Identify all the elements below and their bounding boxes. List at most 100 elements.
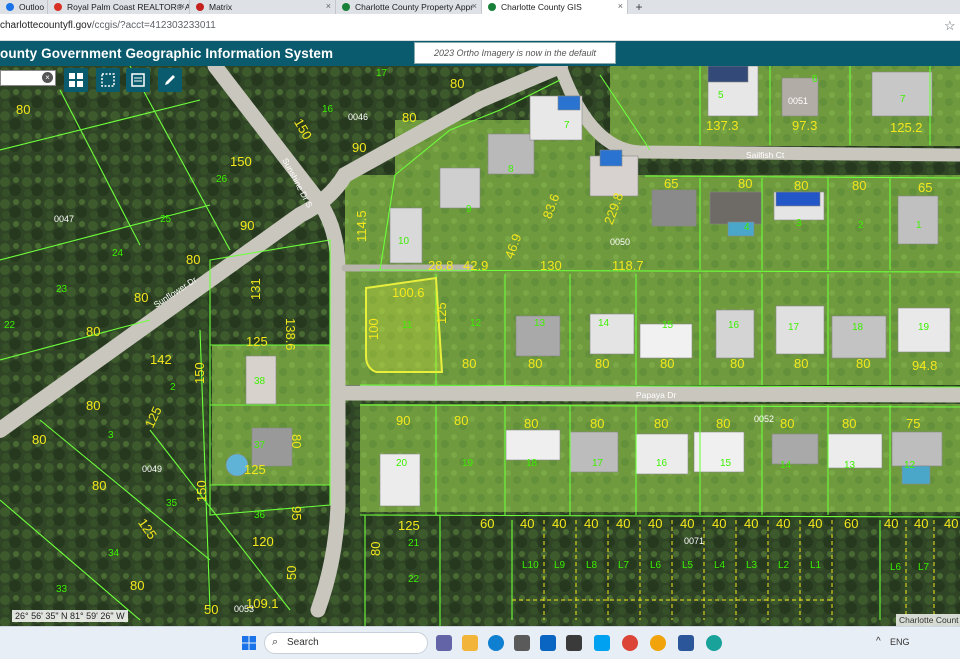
file-explorer-icon[interactable]: [462, 635, 478, 651]
tab-matrix[interactable]: Matrix ×: [190, 0, 336, 14]
draw-tool-button[interactable]: [158, 68, 182, 92]
svg-text:37: 37: [254, 440, 266, 451]
svg-text:16: 16: [656, 458, 668, 469]
chrome-profile-icon[interactable]: [650, 635, 666, 651]
app-icon[interactable]: [566, 635, 582, 651]
svg-text:80: 80: [654, 416, 668, 431]
svg-text:97.3: 97.3: [792, 118, 817, 133]
mail-icon[interactable]: [540, 635, 556, 651]
parcel-id: 0052: [754, 414, 774, 424]
tab-label: Royal Palm Coast REALTOR® As: [67, 2, 190, 12]
select-tool-button[interactable]: [96, 68, 120, 92]
svg-text:80: 80: [86, 398, 100, 413]
lot-label: L9: [554, 560, 566, 571]
parcel-id: 0053: [234, 604, 254, 614]
svg-text:80: 80: [660, 356, 674, 371]
parcel-id: 0051: [788, 96, 808, 106]
teams-icon[interactable]: [436, 635, 452, 651]
tab-label: Charlotte County Property Appr: [355, 2, 474, 12]
svg-text:17: 17: [788, 322, 800, 333]
search-icon: ⌕: [272, 636, 279, 648]
svg-text:21: 21: [408, 538, 420, 549]
svg-text:80: 80: [32, 432, 46, 447]
street-label: Sailfish Ct: [746, 150, 785, 160]
svg-text:80: 80: [16, 102, 30, 117]
tab-realtor[interactable]: Royal Palm Coast REALTOR® As ×: [48, 0, 190, 14]
map-view[interactable]: 100.6 100 125 28.8 42.9 130 118.7 80 80 80 80 80…: [0, 66, 960, 626]
tab-gis[interactable]: Charlotte County GIS ×: [482, 0, 628, 14]
windows-start-icon[interactable]: [242, 636, 256, 650]
select-rectangle-icon: [101, 73, 115, 87]
svg-text:17: 17: [376, 68, 388, 79]
word-icon[interactable]: [678, 635, 694, 651]
svg-text:5: 5: [718, 90, 724, 101]
address-bar[interactable]: charlottecountyfl.gov/ccgis/?acct=412303…: [0, 14, 960, 41]
svg-text:118.7: 118.7: [612, 258, 644, 273]
svg-text:80: 80: [794, 356, 808, 371]
svg-text:16: 16: [322, 104, 334, 115]
close-icon[interactable]: ×: [472, 1, 477, 11]
bookmark-star-icon[interactable]: ☆: [944, 18, 956, 34]
coordinate-readout: 26° 56' 35" N 81° 59' 26" W: [12, 610, 128, 622]
svg-text:90: 90: [240, 218, 254, 233]
new-tab-button[interactable]: +: [628, 0, 650, 14]
lot-label: L1: [810, 560, 822, 571]
svg-text:40: 40: [520, 516, 534, 531]
svg-text:16: 16: [728, 320, 740, 331]
svg-text:13: 13: [844, 460, 856, 471]
lot-label: L8: [586, 560, 598, 571]
svg-text:10: 10: [398, 236, 410, 247]
document-icon: [131, 73, 145, 87]
svg-text:40: 40: [584, 516, 598, 531]
svg-text:90: 90: [396, 413, 410, 428]
svg-text:80: 80: [716, 416, 730, 431]
url-path: /ccgis/?acct=412303233011: [91, 20, 216, 31]
svg-text:19: 19: [462, 458, 474, 469]
grid-tool-button[interactable]: [64, 68, 88, 92]
close-icon[interactable]: ×: [326, 1, 331, 11]
tab-outlook[interactable]: Outloo: [0, 0, 48, 14]
map-canvas[interactable]: 100.6100 125 28.8 42.9 130 118.7 80 80 80 80 80…: [0, 66, 960, 626]
svg-text:12: 12: [470, 318, 482, 329]
svg-text:80: 80: [462, 356, 476, 371]
svg-text:40: 40: [648, 516, 662, 531]
svg-text:6: 6: [812, 74, 818, 85]
svg-text:14: 14: [780, 460, 792, 471]
svg-text:14: 14: [598, 318, 610, 329]
chevron-up-icon[interactable]: ^: [876, 636, 881, 647]
close-icon[interactable]: ×: [180, 1, 185, 11]
tab-property-appraiser[interactable]: Charlotte County Property Appr ×: [336, 0, 482, 14]
svg-text:50: 50: [284, 566, 299, 580]
svg-text:17: 17: [592, 458, 604, 469]
taskbar-search-input[interactable]: Search: [264, 632, 428, 654]
web-app-icon[interactable]: [706, 635, 722, 651]
edge-icon[interactable]: [488, 635, 504, 651]
svg-text:114.5: 114.5: [354, 210, 369, 242]
clear-search-icon[interactable]: ×: [42, 72, 53, 83]
svg-text:50: 50: [204, 602, 218, 617]
power-automate-icon[interactable]: [594, 635, 610, 651]
language-indicator[interactable]: ENG: [890, 637, 910, 647]
svg-text:20: 20: [396, 458, 408, 469]
svg-text:28.8: 28.8: [428, 258, 453, 273]
svg-text:40: 40: [776, 516, 790, 531]
url-text[interactable]: charlottecountyfl.gov/ccgis/?acct=412303…: [0, 20, 216, 31]
svg-text:15: 15: [720, 458, 732, 469]
svg-text:80: 80: [852, 178, 866, 193]
chrome-icon[interactable]: [622, 635, 638, 651]
lot-label: L5: [682, 560, 694, 571]
lot-label: L2: [778, 560, 790, 571]
store-icon[interactable]: [514, 635, 530, 651]
svg-text:125: 125: [244, 462, 266, 477]
close-icon[interactable]: ×: [618, 1, 623, 11]
parcel-id: 0049: [142, 464, 162, 474]
svg-text:75: 75: [906, 416, 920, 431]
svg-text:131: 131: [248, 278, 263, 300]
svg-text:22: 22: [4, 320, 16, 331]
svg-text:36: 36: [254, 510, 266, 521]
street-label: Papaya Dr: [636, 390, 676, 400]
print-tool-button[interactable]: [126, 68, 150, 92]
svg-text:24: 24: [112, 248, 124, 259]
svg-text:80: 80: [186, 252, 200, 267]
svg-text:9: 9: [466, 204, 472, 215]
